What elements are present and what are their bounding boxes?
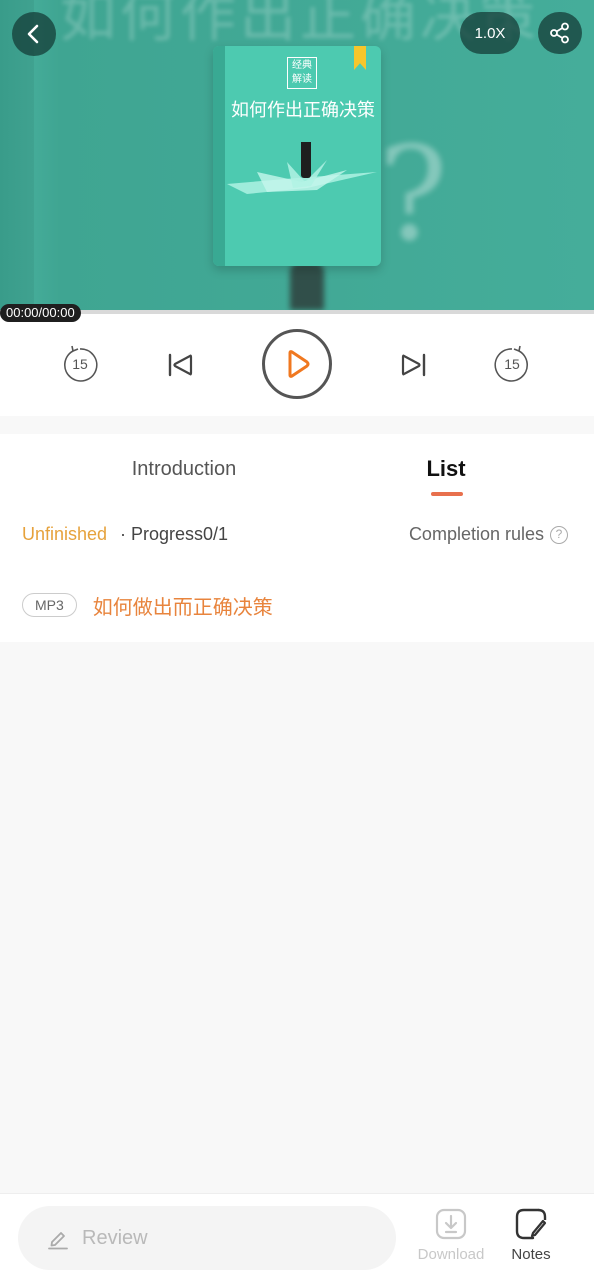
skip-next-icon: [401, 353, 426, 377]
book-spine: [213, 46, 225, 266]
cover-banner: 如何作出正确决策 ? 1.0X 经典 解读 如何作出正确决策: [0, 0, 594, 310]
audio-player-page: 如何作出正确决策 ? 1.0X 经典 解读 如何作出正确决策 00:00/00:…: [0, 0, 594, 1280]
download-label: Download: [417, 1246, 485, 1263]
play-button[interactable]: [262, 329, 332, 399]
bookmark-ribbon: [354, 46, 366, 70]
notes-button[interactable]: Notes: [491, 1208, 571, 1263]
forward-15-button[interactable]: 15: [490, 342, 534, 386]
media-type-badge: MP3: [22, 593, 77, 617]
progress-status-row: Unfinished · Progress0/1 Completion rule…: [22, 522, 572, 548]
bottom-action-bar: Review Download Notes: [0, 1193, 594, 1280]
pencil-icon: [48, 1232, 68, 1250]
cover-title: 如何作出正确决策: [231, 100, 375, 121]
content-panel: Introduction List Unfinished · Progress0…: [0, 434, 594, 642]
notes-label: Notes: [511, 1246, 551, 1263]
player-controls: 15 15: [0, 314, 594, 416]
rewind-15-button[interactable]: 15: [58, 342, 102, 386]
download-icon: [435, 1208, 467, 1240]
cover-tag-line1: 经典: [292, 60, 312, 71]
previous-button[interactable]: [164, 348, 198, 382]
completion-rules-link[interactable]: Completion rules ?: [409, 524, 568, 545]
completion-rules-label: Completion rules: [408, 524, 544, 544]
list-item-title: 如何做出而正确决策: [92, 596, 273, 619]
playback-speed-button[interactable]: 1.0X: [460, 12, 520, 54]
forward-seconds: 15: [504, 356, 520, 372]
notes-icon: [515, 1208, 547, 1240]
rewind-seconds: 15: [72, 356, 88, 372]
blurred-question-mark: ?: [378, 118, 448, 270]
share-icon: [550, 22, 569, 44]
download-button[interactable]: Download: [411, 1208, 491, 1263]
skip-previous-icon: [168, 353, 193, 377]
play-icon: [288, 350, 310, 378]
tab-introduction[interactable]: Introduction: [84, 434, 284, 504]
cover-tag: 经典 解读: [287, 57, 317, 89]
chevron-left-icon: [27, 24, 39, 44]
share-button[interactable]: [538, 12, 582, 54]
review-input[interactable]: Review: [18, 1206, 396, 1270]
cover-illustration: ?: [227, 142, 377, 194]
status-badge: Unfinished: [22, 524, 108, 544]
book-cover: 经典 解读 如何作出正确决策 ?: [213, 46, 381, 266]
next-button[interactable]: [396, 348, 430, 382]
time-readout: 00:00/00:00: [0, 304, 81, 322]
blurred-figure: [290, 262, 324, 310]
help-icon: ?: [550, 525, 568, 544]
review-placeholder: Review: [82, 1226, 148, 1249]
back-button[interactable]: [12, 12, 56, 56]
list-item[interactable]: MP3 如何做出而正确决策: [22, 590, 273, 620]
cover-tag-line2: 解读: [292, 74, 312, 85]
progress-text: · Progress0/1: [120, 524, 229, 544]
active-tab-indicator: [431, 492, 463, 496]
